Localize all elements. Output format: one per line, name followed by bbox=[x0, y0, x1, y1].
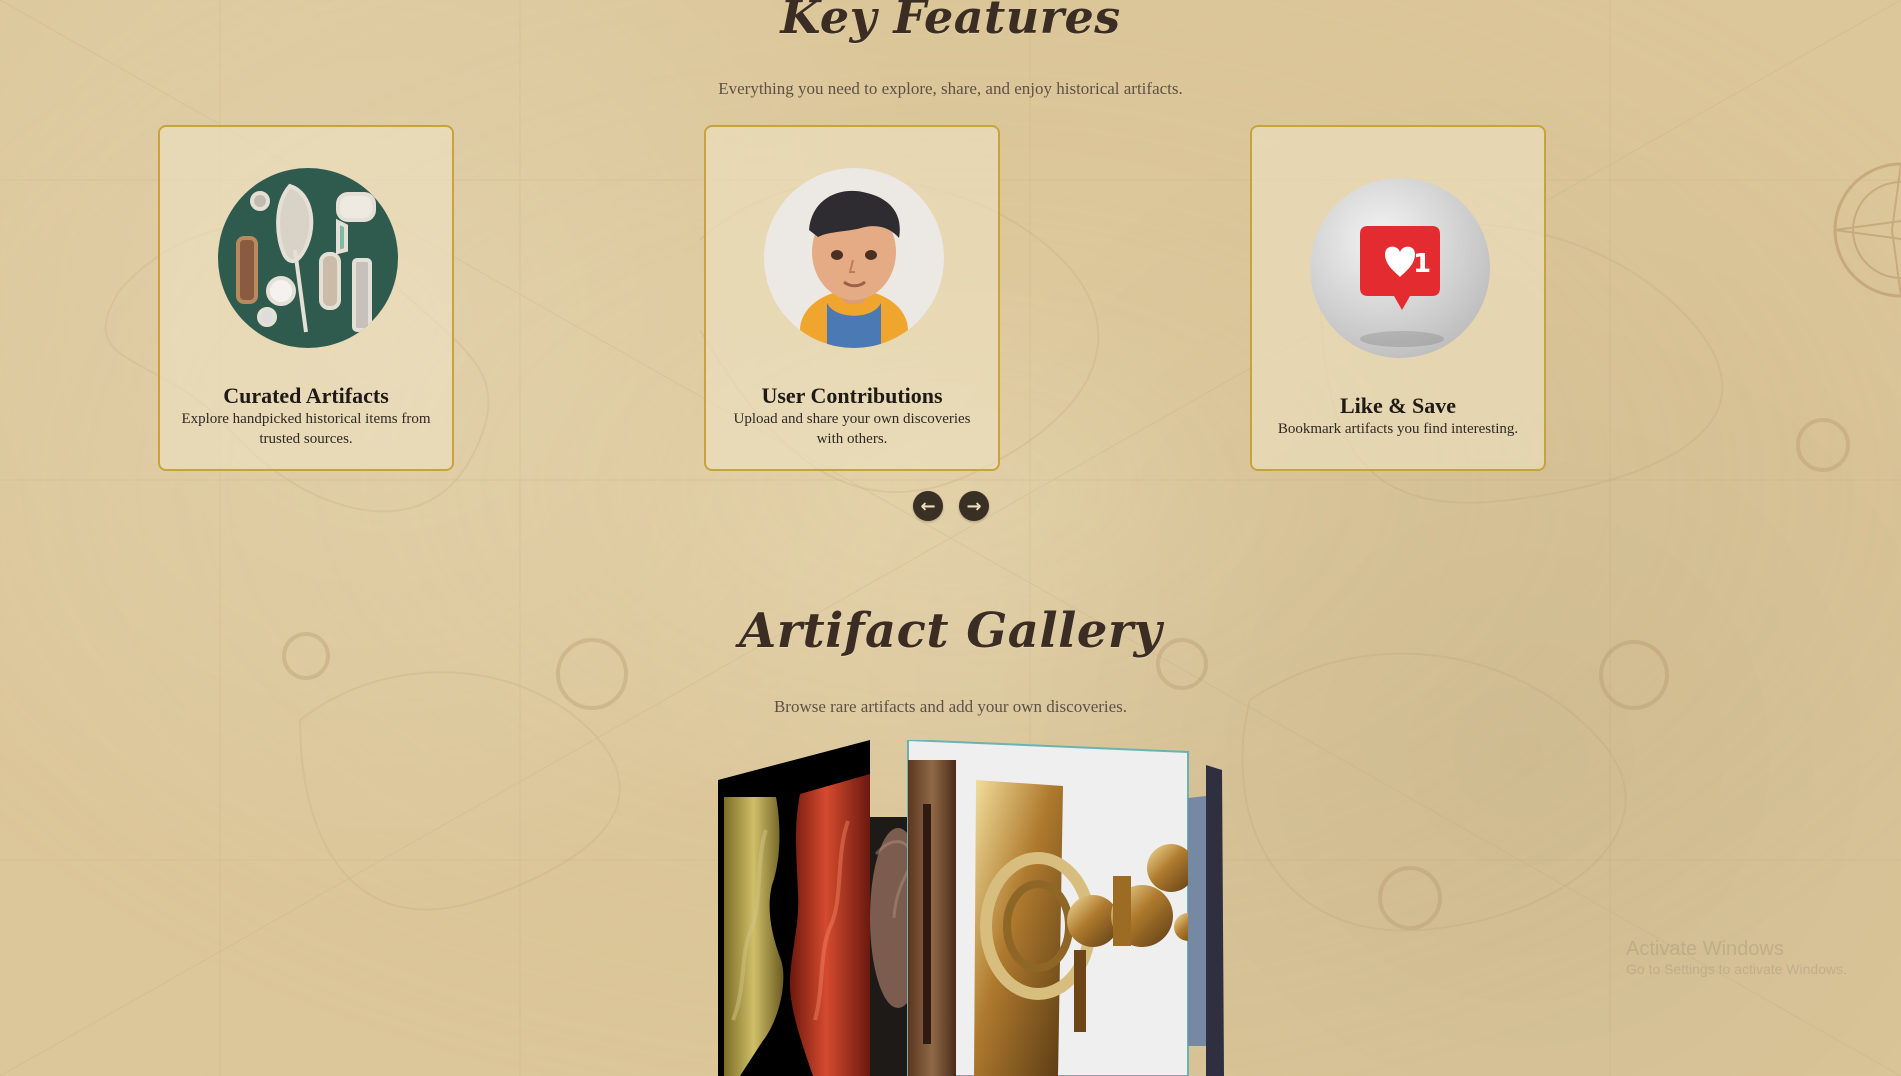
compass-ornament-upper-right bbox=[1796, 418, 1850, 472]
curated-artifacts-title: Curated Artifacts bbox=[223, 383, 389, 408]
like-save-image: 1 bbox=[1310, 178, 1490, 358]
arrow-left-icon: ← bbox=[920, 495, 936, 517]
artifact-gallery-title: Artifact Gallery bbox=[738, 603, 1163, 659]
artifact-gallery-subtitle: Browse rare artifacts and add your own d… bbox=[773, 697, 1128, 716]
like-save-title: Like & Save bbox=[1339, 393, 1457, 418]
curated-artifacts-image bbox=[218, 168, 398, 348]
curated-artifacts-description: Explore handpicked historical items from… bbox=[181, 411, 431, 447]
watermark-subtitle: Go to Settings to activate Windows. bbox=[1626, 961, 1847, 977]
watermark-title: Activate Windows bbox=[1626, 938, 1784, 960]
arrow-right-icon: → bbox=[966, 495, 982, 517]
key-features-subtitle: Everything you need to explore, share, a… bbox=[718, 79, 1183, 98]
like-save-description: Bookmark artifacts you find interesting. bbox=[1277, 421, 1519, 437]
windows-activation-watermark: Activate Windows Go to Settings to activ… bbox=[1626, 938, 1847, 977]
user-contributions-title: User Contributions bbox=[761, 383, 943, 408]
compass-rose bbox=[1833, 162, 1901, 298]
feature-card-like-save: 1 Like & Save Bookmark artifacts you fin… bbox=[1250, 125, 1546, 471]
carousel-previous-button[interactable]: ← bbox=[913, 491, 943, 521]
feature-card-curated-artifacts: Curated Artifacts Explore handpicked his… bbox=[158, 125, 454, 471]
svg-text:1: 1 bbox=[1413, 249, 1431, 279]
feature-card-user-contributions: User Contributions Upload and share your… bbox=[704, 125, 1000, 471]
compass-ornament-lower-right bbox=[1378, 866, 1442, 930]
key-features-title: Key Features bbox=[780, 0, 1121, 44]
user-contributions-description: Upload and share your own discoveries wi… bbox=[733, 411, 971, 447]
user-contributions-avatar bbox=[764, 168, 944, 348]
artifact-gallery-carousel bbox=[718, 738, 1228, 1076]
carousel-next-button[interactable]: → bbox=[959, 491, 989, 521]
